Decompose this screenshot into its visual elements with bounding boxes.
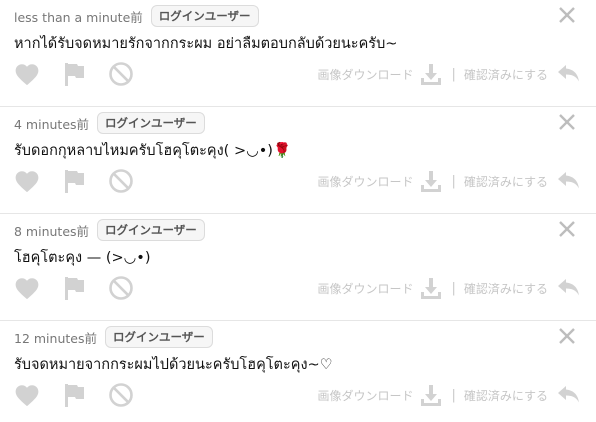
like-heart-icon[interactable] bbox=[14, 169, 40, 193]
reply-arrow-icon[interactable] bbox=[556, 383, 582, 407]
download-icon[interactable] bbox=[419, 276, 443, 300]
download-image-link[interactable]: 画像ダウンロード bbox=[317, 387, 413, 404]
message-item: 12 minutes前 ログインユーザー รับจดหมายจากกระผมไป… bbox=[0, 321, 596, 422]
close-icon[interactable] bbox=[558, 6, 576, 24]
message-header: less than a minute前 ログインユーザー bbox=[14, 4, 582, 28]
report-flag-icon[interactable] bbox=[62, 168, 86, 194]
message-time: 12 minutes前 bbox=[14, 330, 97, 346]
block-icon[interactable] bbox=[108, 382, 134, 408]
message-text: รับดอกกุหลาบไหมครับโฮคุโตะคุง( >◡•)🌹 bbox=[14, 143, 292, 159]
message-time: less than a minute前 bbox=[14, 9, 143, 25]
close-icon[interactable] bbox=[558, 220, 576, 238]
mark-confirmed-link[interactable]: 確認済みにする bbox=[464, 387, 548, 404]
message-list: less than a minute前 ログインユーザー หากได้รับจด… bbox=[0, 0, 596, 422]
like-heart-icon[interactable] bbox=[14, 62, 40, 86]
message-item: 4 minutes前 ログインユーザー รับดอกกุหลาบไหมครับโ… bbox=[0, 107, 596, 214]
user-badge: ログインユーザー bbox=[97, 219, 205, 241]
message-actions: 画像ダウンロード | 確認済みにする bbox=[14, 380, 582, 410]
block-icon[interactable] bbox=[108, 275, 134, 301]
separator: | bbox=[451, 173, 456, 189]
mark-confirmed-link[interactable]: 確認済みにする bbox=[464, 173, 548, 190]
reply-arrow-icon[interactable] bbox=[556, 276, 582, 300]
message-actions: 画像ダウンロード | 確認済みにする bbox=[14, 59, 582, 89]
mark-confirmed-link[interactable]: 確認済みにする bbox=[464, 66, 548, 83]
reply-arrow-icon[interactable] bbox=[556, 169, 582, 193]
report-flag-icon[interactable] bbox=[62, 275, 86, 301]
message-text: โฮคุโตะคุง — (>◡•) bbox=[14, 250, 151, 266]
separator: | bbox=[451, 387, 456, 403]
download-icon[interactable] bbox=[419, 62, 443, 86]
user-badge: ログインユーザー bbox=[104, 326, 213, 348]
download-icon[interactable] bbox=[419, 169, 443, 193]
report-flag-icon[interactable] bbox=[62, 61, 86, 87]
message-header: 12 minutes前 ログインユーザー bbox=[14, 325, 582, 349]
message-text: หากได้รับจดหมายรักจากกระผม อย่าลืมตอบกลั… bbox=[14, 36, 398, 52]
like-heart-icon[interactable] bbox=[14, 383, 40, 407]
message-actions: 画像ダウンロード | 確認済みにする bbox=[14, 273, 582, 303]
message-time: 4 minutes前 bbox=[14, 116, 90, 132]
message-header: 8 minutes前 ログインユーザー bbox=[14, 218, 582, 242]
download-image-link[interactable]: 画像ダウンロード bbox=[317, 173, 413, 190]
separator: | bbox=[451, 66, 456, 82]
download-image-link[interactable]: 画像ダウンロード bbox=[317, 66, 413, 83]
reply-arrow-icon[interactable] bbox=[556, 62, 582, 86]
download-image-link[interactable]: 画像ダウンロード bbox=[317, 280, 413, 297]
block-icon[interactable] bbox=[108, 61, 134, 87]
close-icon[interactable] bbox=[558, 113, 576, 131]
user-badge: ログインユーザー bbox=[97, 112, 205, 134]
separator: | bbox=[451, 280, 456, 296]
message-actions: 画像ダウンロード | 確認済みにする bbox=[14, 166, 582, 196]
message-item: 8 minutes前 ログインユーザー โฮคุโตะคุง — (>◡•) 画… bbox=[0, 214, 596, 321]
message-header: 4 minutes前 ログインユーザー bbox=[14, 111, 582, 135]
message-time: 8 minutes前 bbox=[14, 223, 90, 239]
mark-confirmed-link[interactable]: 確認済みにする bbox=[464, 280, 548, 297]
report-flag-icon[interactable] bbox=[62, 382, 86, 408]
like-heart-icon[interactable] bbox=[14, 276, 40, 300]
message-text: รับจดหมายจากกระผมไปด้วยนะครับโฮคุโตะคุง~… bbox=[14, 357, 333, 373]
close-icon[interactable] bbox=[558, 327, 576, 345]
download-icon[interactable] bbox=[419, 383, 443, 407]
block-icon[interactable] bbox=[108, 168, 134, 194]
user-badge: ログインユーザー bbox=[150, 5, 259, 27]
message-item: less than a minute前 ログインユーザー หากได้รับจด… bbox=[0, 0, 596, 107]
